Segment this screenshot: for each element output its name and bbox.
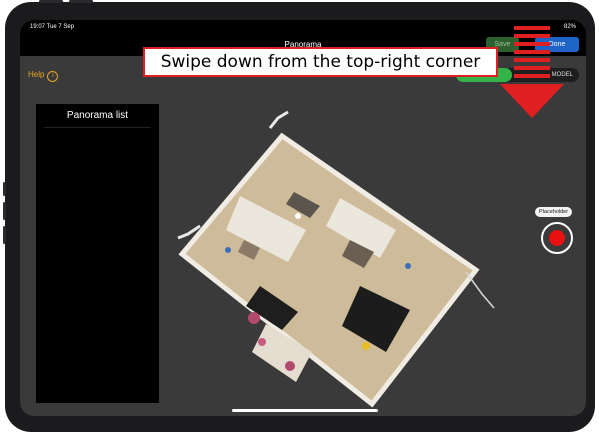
info-icon: i [47, 71, 59, 82]
instruction-banner: Swipe down from the top-right corner [143, 47, 498, 77]
panorama-list-title: Panorama list [66, 110, 129, 121]
help-link[interactable]: Help i [28, 70, 59, 82]
panorama-list-panel[interactable]: Panorama list [36, 104, 159, 403]
record-tooltip: Placeholder [535, 207, 573, 217]
record-dot-icon [549, 230, 565, 246]
side-button [3, 182, 6, 196]
divider [44, 127, 151, 128]
top-button [39, 0, 63, 3]
down-arrow-icon [500, 26, 564, 118]
battery-indicator: 82% [563, 24, 576, 30]
top-button [69, 0, 93, 3]
volume-down-button [3, 226, 6, 244]
status-time: 19:07 Tue 7 Sep [30, 24, 75, 30]
volume-up-button [3, 202, 6, 220]
home-indicator[interactable] [232, 409, 378, 412]
point-cloud-3d-model[interactable] [170, 90, 500, 416]
help-label: Help [28, 70, 45, 79]
record-button[interactable] [541, 222, 573, 254]
